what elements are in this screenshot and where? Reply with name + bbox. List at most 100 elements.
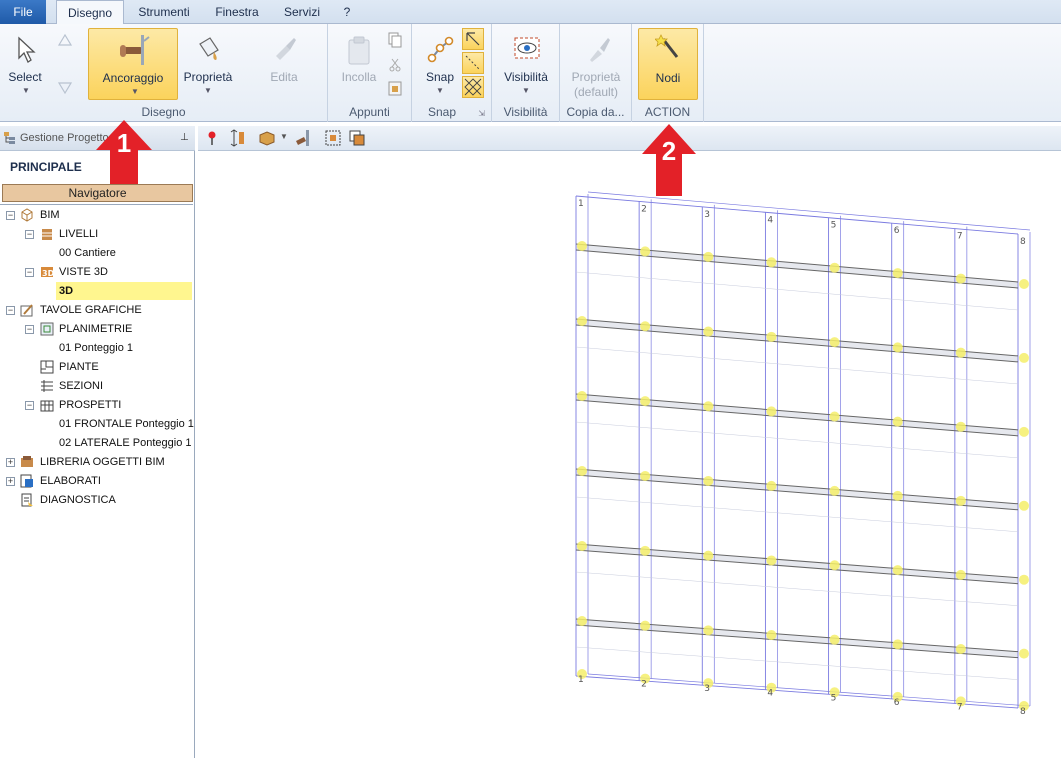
scaffold-node[interactable] xyxy=(640,470,651,481)
scaffold-node[interactable] xyxy=(829,337,840,348)
zoom-extents-icon[interactable] xyxy=(324,129,342,147)
navigator-tab[interactable]: Navigatore xyxy=(2,184,193,202)
tree-item-frontale[interactable]: 01 FRONTALE Ponteggio 1 xyxy=(59,415,194,433)
drawing-canvas[interactable]: 1 1 2 2 3 3 4 4 5 5 6 6 7 7 8 8 xyxy=(198,152,1061,758)
paste-special-icon[interactable] xyxy=(388,80,402,96)
scaffold-node[interactable] xyxy=(766,555,777,566)
scaffold-node[interactable] xyxy=(955,347,966,358)
tree-item-prospetti[interactable]: PROSPETTI xyxy=(59,396,121,414)
scaffold-node[interactable] xyxy=(577,616,587,626)
tree-toggle-planimetrie[interactable]: − xyxy=(25,325,34,334)
box-icon[interactable] xyxy=(258,130,276,146)
pin-icon[interactable]: ⊥ xyxy=(180,132,189,143)
nodi-button[interactable]: Nodi xyxy=(638,28,698,100)
tree-item-planimetrie[interactable]: PLANIMETRIE xyxy=(59,320,132,338)
tree-item-livelli[interactable]: LIVELLI xyxy=(59,225,98,243)
tree-item-piante[interactable]: PIANTE xyxy=(59,358,99,376)
scaffold-node[interactable] xyxy=(1019,574,1029,585)
scaffold-node[interactable] xyxy=(1019,500,1029,511)
snap-grid-toggle[interactable] xyxy=(462,76,484,98)
scaffold-node[interactable] xyxy=(703,475,714,486)
scaffold-node[interactable] xyxy=(955,421,966,432)
tree-toggle-prospetti[interactable]: − xyxy=(25,401,34,410)
tree-item-sezioni[interactable]: SEZIONI xyxy=(59,377,103,395)
scaffold-node[interactable] xyxy=(640,396,651,407)
scaffold-node[interactable] xyxy=(1019,279,1029,289)
snap-button[interactable]: Snap ▼ xyxy=(418,28,462,100)
scaffold-node[interactable] xyxy=(829,560,840,571)
dialog-launcher-icon[interactable]: ⇲ xyxy=(478,109,485,118)
tree-item-diagnostica[interactable]: DIAGNOSTICA xyxy=(40,491,116,509)
edita-button[interactable]: Edita xyxy=(256,28,312,100)
tree-toggle-livelli[interactable]: − xyxy=(25,230,34,239)
scaffold-node[interactable] xyxy=(766,480,777,491)
scaffold-node[interactable] xyxy=(892,490,903,501)
tree-item-libreria[interactable]: LIBRERIA OGGETTI BIM xyxy=(40,453,165,471)
scaffold-node[interactable] xyxy=(577,316,587,326)
tree-item-elaborati[interactable]: ELABORATI xyxy=(40,472,101,490)
snap-line-toggle[interactable] xyxy=(462,52,484,74)
incolla-button[interactable]: Incolla xyxy=(336,28,382,100)
tree-item-ponteggio[interactable]: 01 Ponteggio 1 xyxy=(59,339,133,357)
copy-view-icon[interactable] xyxy=(348,129,366,147)
scaffold-node[interactable] xyxy=(955,569,966,580)
tab-disegno[interactable]: Disegno xyxy=(56,0,124,25)
scaffold-node[interactable] xyxy=(955,495,966,506)
scaffold-node[interactable] xyxy=(766,257,777,268)
tab-servizi[interactable]: Servizi xyxy=(276,0,328,24)
ancoraggio-button[interactable]: Ancoraggio ▼ xyxy=(88,28,178,100)
scaffold-node[interactable] xyxy=(829,411,840,422)
scaffold-node[interactable] xyxy=(892,342,903,353)
scaffold-node[interactable] xyxy=(892,639,903,650)
scaffold-node[interactable] xyxy=(577,391,587,401)
tree-item-laterale[interactable]: 02 LATERALE Ponteggio 1 xyxy=(59,434,192,452)
arrow-down-icon[interactable] xyxy=(58,82,72,94)
scaffold-node[interactable] xyxy=(1019,426,1029,437)
scaffold-node[interactable] xyxy=(766,629,777,640)
scaffold-node[interactable] xyxy=(1019,648,1029,659)
scaffold-node[interactable] xyxy=(703,401,714,412)
scaffold-node[interactable] xyxy=(1019,352,1029,363)
scaffold-node[interactable] xyxy=(703,550,714,561)
tree-toggle-elaborati[interactable]: + xyxy=(6,477,15,486)
proprieta-button[interactable]: Proprietà ▼ xyxy=(182,28,234,100)
tree-item-viste3d[interactable]: VISTE 3D xyxy=(59,263,108,281)
scaffold-node[interactable] xyxy=(577,466,587,476)
chevron-down-icon[interactable]: ▼ xyxy=(280,132,288,141)
scaffold-3d-view[interactable]: 1 1 2 2 3 3 4 4 5 5 6 6 7 7 8 8 xyxy=(198,152,1061,758)
tree-item-tavole[interactable]: TAVOLE GRAFICHE xyxy=(40,301,142,319)
scaffold-node[interactable] xyxy=(955,273,966,284)
scissors-icon[interactable] xyxy=(388,58,402,72)
tab-help[interactable]: ? xyxy=(336,0,358,24)
copy-icon[interactable] xyxy=(388,32,402,48)
scaffold-node[interactable] xyxy=(640,246,651,257)
scaffold-node[interactable] xyxy=(892,416,903,427)
visibilita-button[interactable]: Visibilità ▼ xyxy=(498,28,554,100)
measure-height-icon[interactable] xyxy=(230,129,246,147)
scaffold-node[interactable] xyxy=(577,541,587,551)
tree-toggle-bim[interactable]: − xyxy=(6,211,15,220)
scaffold-node[interactable] xyxy=(703,251,714,262)
scaffold-node[interactable] xyxy=(640,321,651,332)
scaffold-node[interactable] xyxy=(766,406,777,417)
scaffold-node[interactable] xyxy=(955,643,966,654)
tree-item-3d[interactable]: 3D xyxy=(56,282,192,300)
tab-strumenti[interactable]: Strumenti xyxy=(132,0,196,24)
anchor-tool-icon[interactable] xyxy=(294,129,312,147)
tree-toggle-tavole[interactable]: − xyxy=(6,306,15,315)
scaffold-node[interactable] xyxy=(892,565,903,576)
tab-finestra[interactable]: Finestra xyxy=(206,0,268,24)
scaffold-node[interactable] xyxy=(829,262,840,273)
scaffold-node[interactable] xyxy=(703,625,714,636)
tree-item-bim[interactable]: BIM xyxy=(40,206,60,224)
scaffold-node[interactable] xyxy=(829,634,840,645)
arrow-up-icon[interactable] xyxy=(58,34,72,46)
tab-file[interactable]: File xyxy=(0,0,46,24)
scaffold-node[interactable] xyxy=(829,485,840,496)
scaffold-node[interactable] xyxy=(892,268,903,279)
scaffold-node[interactable] xyxy=(640,620,651,631)
select-button[interactable]: Select ▼ xyxy=(4,28,46,100)
pin-marker-icon[interactable] xyxy=(206,130,218,146)
proprieta-default-button[interactable]: Proprietà (default) xyxy=(564,28,628,100)
snap-endpoint-toggle[interactable] xyxy=(462,28,484,50)
